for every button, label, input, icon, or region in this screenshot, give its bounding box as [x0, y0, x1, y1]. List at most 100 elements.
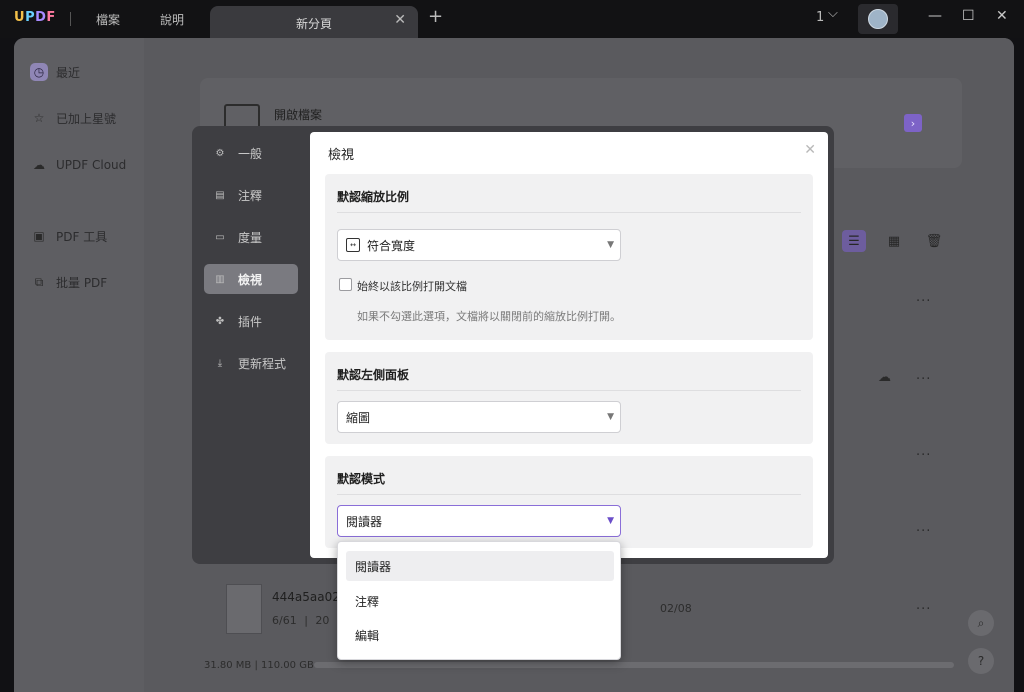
gear-icon: ⚙ — [215, 147, 225, 159]
mode-group: 默認模式 閱讀器 ▼ — [325, 456, 813, 548]
close-icon[interactable]: ✕ — [394, 12, 406, 28]
prefs-nav-update[interactable]: ⤓ 更新程式 — [204, 348, 298, 378]
caret-down-icon: ▼ — [607, 412, 614, 422]
menu-file[interactable]: 檔案 — [96, 11, 120, 28]
mode-select[interactable]: 閱讀器 ▼ — [337, 505, 621, 537]
account-button[interactable] — [858, 4, 898, 34]
sidebar-item-starred[interactable]: ☆ 已加上星號 — [30, 104, 140, 132]
zoom-select-value: 符合寬度 — [367, 238, 416, 253]
prefs-nav-comment[interactable]: ▤ 注釋 — [204, 180, 298, 210]
storage-bar — [314, 662, 954, 668]
list-view-icon[interactable]: ☰ — [842, 230, 866, 252]
sidebar-item-pdf-tools[interactable]: ▣ PDF 工具 — [30, 222, 140, 250]
title-separator — [70, 12, 71, 26]
more-icon[interactable]: ··· — [916, 448, 931, 463]
download-icon: ⤓ — [217, 357, 223, 369]
storage-text: 31.80 MB | 110.00 GB — [204, 660, 314, 671]
group-title: 默認左側面板 — [337, 368, 410, 382]
divider — [337, 494, 801, 495]
zoom-hint: 如果不勾選此選項，文檔將以關閉前的縮放比例打開。 — [357, 310, 621, 323]
zoom-select[interactable]: ↔ 符合寬度 ▼ — [337, 229, 621, 261]
clock-icon: ◷ — [30, 63, 48, 81]
more-icon[interactable]: ··· — [916, 524, 931, 539]
sidebar-item-label: 批量 PDF — [56, 275, 108, 290]
window-close-icon[interactable]: ✕ — [996, 8, 1008, 24]
view-icon: ▥ — [215, 273, 225, 285]
cloud-icon: ☁ — [33, 158, 45, 172]
caret-down-icon: ▼ — [607, 240, 614, 250]
file-thumbnail[interactable] — [226, 584, 262, 634]
group-title: 默認縮放比例 — [337, 190, 410, 204]
avatar — [868, 9, 888, 29]
prefs-nav-label: 更新程式 — [238, 356, 287, 371]
add-tab-icon[interactable]: + — [428, 6, 443, 27]
maximize-icon[interactable]: ☐ — [962, 8, 975, 24]
chevron-right-icon[interactable]: › — [904, 114, 922, 132]
view-settings-panel: 檢視 ✕ 默認縮放比例 ↔ 符合寬度 ▼ 始終以該比例打開文檔 如果不勾選此選項… — [310, 132, 828, 558]
title-bar: UPDF 檔案 說明 新分頁 ✕ + 1 ⌵ — ☐ ✕ — [0, 0, 1024, 38]
sidebar: ◷ 最近 ☆ 已加上星號 ☁ UPDF Cloud ▣ PDF 工具 ⧉ 批量 … — [14, 38, 144, 692]
updf-logo: UPDF — [14, 10, 56, 25]
group-title: 默認模式 — [337, 472, 386, 486]
open-file-label: 開啟檔案 — [274, 108, 323, 122]
divider — [337, 390, 801, 391]
mode-dropdown: 閱讀器 注釋 編輯 — [337, 541, 621, 660]
sidebar-item-label: PDF 工具 — [56, 229, 108, 244]
checkbox-label[interactable]: 始終以該比例打開文檔 — [357, 278, 467, 294]
sidebar-item-label: 已加上星號 — [56, 111, 117, 126]
more-icon[interactable]: ··· — [916, 294, 931, 309]
prefs-nav-label: 注釋 — [238, 188, 263, 203]
zoom-group: 默認縮放比例 ↔ 符合寬度 ▼ 始終以該比例打開文檔 如果不勾選此選項，文檔將以… — [325, 174, 813, 340]
grid-view-icon[interactable]: ▦ — [882, 230, 906, 252]
left-panel-group: 默認左側面板 縮圖 ▼ — [325, 352, 813, 444]
sidebar-item-label: 最近 — [56, 65, 81, 80]
tab-count[interactable]: 1 — [816, 10, 824, 25]
file-size: 20 — [315, 614, 330, 627]
puzzle-icon: ✤ — [215, 315, 225, 327]
mode-select-value: 閱讀器 — [346, 514, 383, 529]
cloud-upload-icon[interactable]: ☁ — [878, 370, 891, 385]
sidebar-item-label: UPDF Cloud — [56, 158, 127, 172]
comment-icon: ▤ — [215, 189, 225, 201]
prefs-nav-label: 檢視 — [238, 272, 263, 287]
dropdown-option-edit[interactable]: 編輯 — [346, 620, 614, 650]
tab-label: 新分頁 — [296, 17, 333, 31]
sidebar-item-batch[interactable]: ⧉ 批量 PDF — [30, 268, 140, 296]
file-name[interactable]: 444a5aa02a — [272, 590, 347, 604]
prefs-nav-measure[interactable]: ▭ 度量 — [204, 222, 298, 252]
star-icon: ☆ — [33, 111, 45, 125]
file-meta: 6/61 | 20 — [272, 614, 330, 627]
dropdown-option-comment[interactable]: 注釋 — [346, 586, 614, 616]
left-panel-select-value: 縮圖 — [346, 410, 371, 425]
help-icon[interactable]: ? — [968, 648, 994, 674]
panel-title: 檢視 — [328, 148, 355, 163]
dropdown-option-reader[interactable]: 閱讀器 — [346, 551, 614, 581]
prefs-nav-general[interactable]: ⚙ 一般 — [204, 138, 298, 168]
divider — [337, 212, 801, 213]
minimize-icon[interactable]: — — [928, 8, 942, 24]
prefs-nav-view[interactable]: ▥ 檢視 — [204, 264, 298, 294]
search-icon[interactable]: ⌕ — [968, 610, 994, 636]
prefs-nav-plugins[interactable]: ✤ 插件 — [204, 306, 298, 336]
tab-new[interactable]: 新分頁 ✕ — [210, 6, 418, 38]
prefs-nav-label: 一般 — [238, 146, 263, 161]
prefs-nav-label: 插件 — [238, 314, 263, 329]
caret-down-icon: ▼ — [607, 516, 614, 526]
fit-width-icon: ↔ — [346, 238, 360, 252]
sidebar-item-recent[interactable]: ◷ 最近 — [30, 58, 140, 86]
menu-help[interactable]: 說明 — [160, 11, 184, 28]
file-date: 02/08 — [660, 602, 692, 615]
file-pages: 6/61 — [272, 614, 297, 627]
toolbox-icon: ▣ — [33, 229, 45, 243]
sidebar-item-cloud[interactable]: ☁ UPDF Cloud — [30, 151, 140, 179]
more-icon[interactable]: ··· — [916, 602, 931, 617]
chevron-down-icon[interactable]: ⌵ — [828, 6, 838, 21]
close-icon[interactable]: ✕ — [804, 142, 816, 158]
trash-icon[interactable]: 🗑 — [922, 230, 946, 252]
ruler-icon: ▭ — [215, 231, 225, 243]
more-icon[interactable]: ··· — [916, 372, 931, 387]
left-panel-select[interactable]: 縮圖 ▼ — [337, 401, 621, 433]
batch-icon: ⧉ — [34, 274, 44, 289]
always-open-checkbox[interactable] — [339, 278, 352, 291]
prefs-nav-label: 度量 — [238, 230, 263, 245]
